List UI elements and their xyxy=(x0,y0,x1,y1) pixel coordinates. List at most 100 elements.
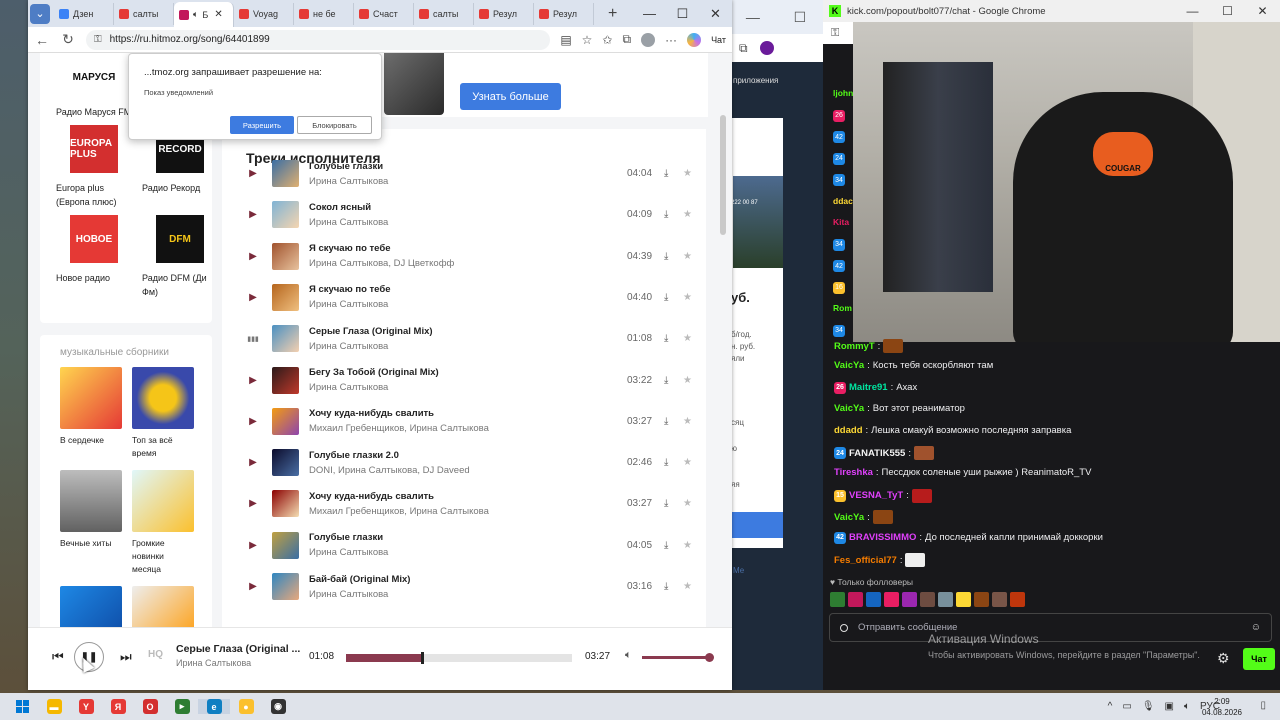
chat-username[interactable]: RommyT xyxy=(834,341,875,352)
browser-tab[interactable]: Voyag xyxy=(234,2,294,25)
track-artist[interactable]: DONI, Ирина Салтыкова, DJ Daveed xyxy=(309,465,629,476)
collections-icon[interactable]: ⧉ xyxy=(622,32,631,47)
download-icon[interactable]: ⤓ xyxy=(664,168,668,179)
collection-cover[interactable] xyxy=(132,367,194,429)
track-row[interactable]: ▶ Хочу куда-нибудь свалить Михаил Гребенщи… xyxy=(222,483,706,524)
taskbar-app[interactable]: ▬ xyxy=(38,699,70,714)
favorite-icon[interactable]: ★ xyxy=(683,251,692,262)
minimize-button[interactable]: — xyxy=(633,0,666,27)
volume-handle[interactable] xyxy=(705,653,714,662)
track-artist[interactable]: Ирина Салтыкова xyxy=(309,176,629,187)
tray-expand-icon[interactable]: ^ xyxy=(1108,701,1113,712)
favorites-icon[interactable]: ✩ xyxy=(602,33,612,47)
tab-actions-button[interactable]: ⌄ xyxy=(30,3,50,24)
play-icon[interactable]: ▶ xyxy=(242,286,264,308)
browser-tab[interactable]: салты xyxy=(114,2,174,25)
seek-bar[interactable] xyxy=(346,652,572,664)
radio-station[interactable]: EUROPA PLUS Europa plus (Европа плюс) xyxy=(56,125,132,209)
bg-m3[interactable]: яя xyxy=(731,480,740,489)
taskbar-app[interactable]: ▸ xyxy=(166,699,198,714)
collection-item[interactable]: Топ за всё время xyxy=(132,367,194,460)
track-artist[interactable]: Ирина Салтыкова xyxy=(309,217,629,228)
network-icon[interactable]: ▭ xyxy=(1122,701,1131,712)
emote-icon[interactable] xyxy=(866,592,881,607)
radio-name[interactable]: Новое радио xyxy=(56,271,132,285)
chat-username[interactable]: VaicYa xyxy=(834,360,864,371)
browser-tab[interactable]: Резул xyxy=(474,2,534,25)
emote-icon[interactable] xyxy=(902,592,917,607)
download-icon[interactable]: ⤓ xyxy=(664,209,668,220)
play-icon[interactable]: ▶ xyxy=(242,204,264,226)
learn-more-button[interactable]: Узнать больше xyxy=(460,83,561,110)
chat-username[interactable]: BRAVISSIMMO xyxy=(849,532,916,543)
chat-username[interactable]: FANATIK555 xyxy=(849,448,905,459)
favorite-icon[interactable]: ★ xyxy=(683,292,692,303)
close-button[interactable]: ✕ xyxy=(699,0,732,27)
track-title[interactable]: Голубые глазки xyxy=(309,532,629,543)
radio-logo-image[interactable]: МАРУСЯ xyxy=(70,57,118,97)
taskbar-app[interactable]: Я xyxy=(102,699,134,714)
download-icon[interactable]: ⤓ xyxy=(664,581,668,592)
chat-security-icon[interactable]: ⚿ xyxy=(831,27,839,40)
radio-name[interactable]: Радио Маруся FM xyxy=(56,105,132,119)
clock[interactable]: 2:09 04.08.2026 xyxy=(1202,696,1242,718)
track-title[interactable]: Голубые глазки 2.0 xyxy=(309,450,629,461)
track-row[interactable]: ▶ Сокол ясный Ирина Салтыкова 04:09 ⤓ ★ xyxy=(222,194,706,235)
track-title[interactable]: Я скучаю по тебе xyxy=(309,284,629,295)
favorite-icon[interactable]: ★ xyxy=(683,581,692,592)
chat-settings-gear-icon[interactable]: ⚙ xyxy=(1217,650,1230,667)
collection-name[interactable]: В сердечке xyxy=(60,434,122,460)
collection-cover[interactable] xyxy=(132,470,194,532)
download-icon[interactable]: ⤓ xyxy=(664,251,668,262)
chat-username[interactable]: Tireshka xyxy=(834,467,873,478)
chat-username[interactable]: Maitre91 xyxy=(849,382,888,393)
start-button[interactable] xyxy=(6,700,38,713)
radio-name[interactable]: Europa plus (Европа плюс) xyxy=(56,181,132,209)
track-row[interactable]: ▶ Бегу За Тобой (Original Mix) Ирина Салты… xyxy=(222,360,706,401)
radio-logo-image[interactable]: EUROPA PLUS xyxy=(70,125,118,173)
chat-label[interactable]: Чат xyxy=(711,35,726,45)
download-icon[interactable]: ⤓ xyxy=(664,457,668,468)
chat-username[interactable]: Fes_official77 xyxy=(834,555,897,566)
browser-tab[interactable]: Резул xyxy=(534,2,594,25)
chat-username[interactable]: VaicYa xyxy=(834,512,864,523)
block-button[interactable]: Блокировать xyxy=(297,116,372,134)
chat-username[interactable]: ddadd xyxy=(834,425,863,436)
track-artist[interactable]: Ирина Салтыкова xyxy=(309,382,629,393)
previous-track-icon[interactable]: ⏮ xyxy=(52,649,64,665)
track-title[interactable]: Хочу куда-нибудь свалить xyxy=(309,408,629,419)
taskbar-app[interactable]: ◉ xyxy=(262,699,294,714)
track-artist[interactable]: Ирина Салтыкова xyxy=(309,547,629,558)
track-row[interactable]: ▶ Голубые глазки Ирина Салтыкова 04:05 ⤓ ★ xyxy=(222,525,706,566)
chat-username[interactable]: VESNA_TyT xyxy=(849,490,903,501)
chat-username[interactable]: ljohn xyxy=(833,88,853,98)
favorite-icon[interactable]: ★ xyxy=(683,416,692,427)
browser-tab[interactable]: 🔈︎ Б ✕ xyxy=(174,2,234,27)
emote-icon[interactable] xyxy=(884,592,899,607)
emote-icon[interactable] xyxy=(938,592,953,607)
track-title[interactable]: Хочу куда-нибудь свалить xyxy=(309,491,629,502)
hq-toggle[interactable]: HQ xyxy=(148,649,163,660)
collection-item[interactable]: В сердечке xyxy=(60,367,122,460)
taskbar-app[interactable]: e xyxy=(198,699,230,714)
tab-close-icon[interactable]: ✕ xyxy=(214,9,222,20)
taskbar-app[interactable]: ● xyxy=(230,699,262,714)
speaker-icon[interactable]: 🔈︎ xyxy=(1184,701,1190,712)
download-icon[interactable]: ⤓ xyxy=(664,333,668,344)
allow-button[interactable]: Разрешить xyxy=(230,116,294,134)
display-icon[interactable]: ▣ xyxy=(1165,701,1174,712)
new-tab-button[interactable]: + xyxy=(594,5,631,23)
track-artist[interactable]: Ирина Салтыкова xyxy=(309,341,629,352)
back-button[interactable]: ← xyxy=(34,32,50,48)
maximize-button[interactable]: ☐ xyxy=(666,0,699,27)
favorite-icon[interactable]: ★ xyxy=(683,375,692,386)
chat-username[interactable]: Rom xyxy=(833,303,852,313)
track-artist[interactable]: Михаил Гребенщиков, Ирина Салтыкова xyxy=(309,506,629,517)
track-row[interactable]: ▶ Бай-бай (Original Mix) Ирина Салтыкова 03… xyxy=(222,566,706,607)
reader-view-icon[interactable]: ▤ xyxy=(560,33,571,47)
emote-icon[interactable] xyxy=(974,592,989,607)
refresh-button[interactable]: ↻ xyxy=(60,31,76,48)
bg-m1[interactable]: сяц xyxy=(731,418,744,427)
track-title[interactable]: Я скучаю по тебе xyxy=(309,243,629,254)
stream-video[interactable]: COUGAR xyxy=(853,22,1280,342)
